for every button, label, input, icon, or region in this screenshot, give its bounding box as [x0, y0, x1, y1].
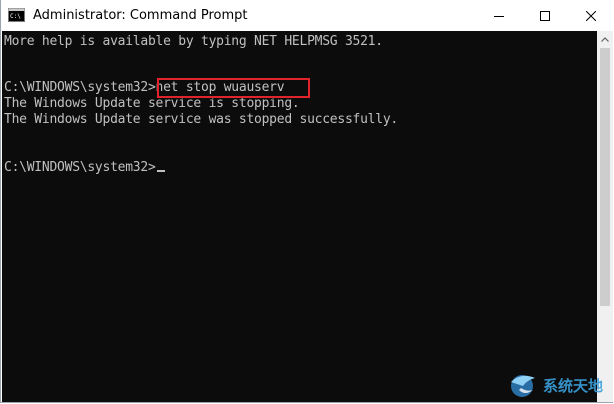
watermark-text: 系统天地 [543, 377, 604, 395]
watermark: 系统天地 [507, 368, 613, 402]
maximize-button[interactable] [522, 0, 568, 31]
close-icon [586, 10, 596, 21]
svg-text:C:\: C:\ [10, 13, 21, 20]
bird-logo-icon [511, 375, 535, 397]
text-cursor [156, 170, 165, 172]
title-bar[interactable]: C:\ Administrator: Command Prompt [1, 0, 614, 31]
console-line: The Windows Update service is stopping. [4, 96, 300, 111]
minimize-icon [494, 15, 504, 17]
prompt-text: C:\WINDOWS\system32> [4, 160, 156, 175]
console-output[interactable]: More help is available by typing NET HEL… [2, 31, 597, 402]
scroll-up-button[interactable] [597, 31, 613, 47]
cmd-icon: C:\ [8, 8, 25, 22]
console-line: The Windows Update service was stopped s… [4, 112, 398, 127]
chevron-up-icon [601, 36, 609, 42]
scroll-thumb[interactable] [600, 48, 610, 306]
console-line: More help is available by typing NET HEL… [4, 34, 383, 49]
close-button[interactable] [568, 0, 614, 31]
command-prompt-window: C:\ Administrator: Command Prompt More h… [0, 0, 614, 403]
window-title: Administrator: Command Prompt [33, 8, 248, 23]
vertical-scrollbar[interactable] [597, 31, 613, 402]
minimize-button[interactable] [476, 0, 522, 31]
maximize-icon [540, 10, 550, 21]
command-highlight [157, 78, 310, 98]
console-prompt-line: C:\WINDOWS\system32> [4, 160, 165, 176]
